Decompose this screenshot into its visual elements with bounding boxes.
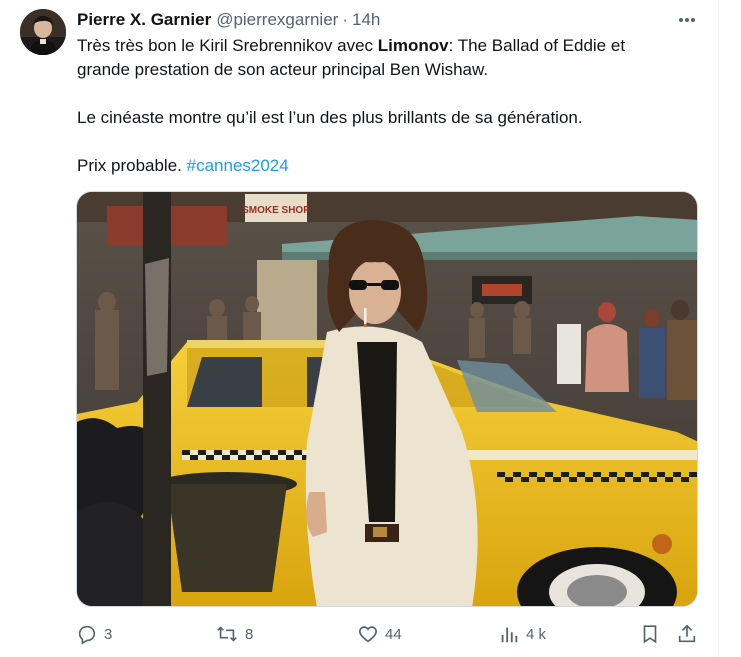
like-count: 44 <box>385 625 402 643</box>
tweet-text-line-2: grande prestation de son acteur principa… <box>77 60 489 79</box>
tweet-text-line-1: Très très bon le Kiril Srebrennikov avec… <box>77 34 697 58</box>
views-button[interactable]: 4 k <box>498 621 546 647</box>
tweet[interactable]: Pierre X. Garnier @pierrexgarnier · 14h … <box>0 0 718 657</box>
more-options-button[interactable] <box>674 10 700 30</box>
more-icon <box>679 18 695 22</box>
tweet-image[interactable]: SMOKE SHOP <box>76 191 698 607</box>
reply-icon <box>78 625 96 645</box>
retweet-count: 8 <box>245 625 254 643</box>
tweet-text-paragraph-3: Prix probable. #cannes2024 <box>77 154 697 178</box>
views-count: 4 k <box>526 625 547 643</box>
bold-title: Limonov <box>377 36 449 55</box>
text-segment: Très très bon le Kiril Srebrennikov avec <box>77 36 378 55</box>
reply-count: 3 <box>104 625 113 643</box>
tweet-text-paragraph-1: Très très bon le Kiril Srebrennikov avec… <box>77 34 697 82</box>
separator-dot: · <box>342 10 348 29</box>
timestamp[interactable]: 14h <box>352 10 380 30</box>
timeline-divider <box>718 0 719 657</box>
author-name[interactable]: Pierre X. Garnier <box>77 10 211 30</box>
avatar[interactable] <box>20 9 66 55</box>
hashtag-link[interactable]: #cannes2024 <box>187 156 289 175</box>
heart-icon <box>359 626 377 643</box>
text-segment: : The Ballad of Eddie et <box>448 36 626 55</box>
author-handle[interactable]: @pierrexgarnier <box>216 10 338 30</box>
tweet-text-paragraph-2: Le cinéaste montre qu’il est l’un des pl… <box>77 108 583 127</box>
share-icon <box>678 624 696 643</box>
retweet-icon <box>217 626 237 642</box>
bookmark-button[interactable] <box>639 621 661 647</box>
like-button[interactable]: 44 <box>357 621 402 647</box>
reply-button[interactable]: 3 <box>76 621 112 647</box>
action-bar: 3 8 44 4 k <box>0 621 718 647</box>
share-button[interactable] <box>676 621 698 647</box>
bookmark-icon <box>643 625 657 644</box>
tweet-header: Pierre X. Garnier @pierrexgarnier · 14h <box>77 10 380 30</box>
retweet-button[interactable]: 8 <box>215 621 253 647</box>
text-segment: Prix probable. <box>77 156 187 175</box>
smoke-shop-sign: SMOKE SHOP <box>242 205 310 216</box>
views-icon <box>501 627 518 643</box>
